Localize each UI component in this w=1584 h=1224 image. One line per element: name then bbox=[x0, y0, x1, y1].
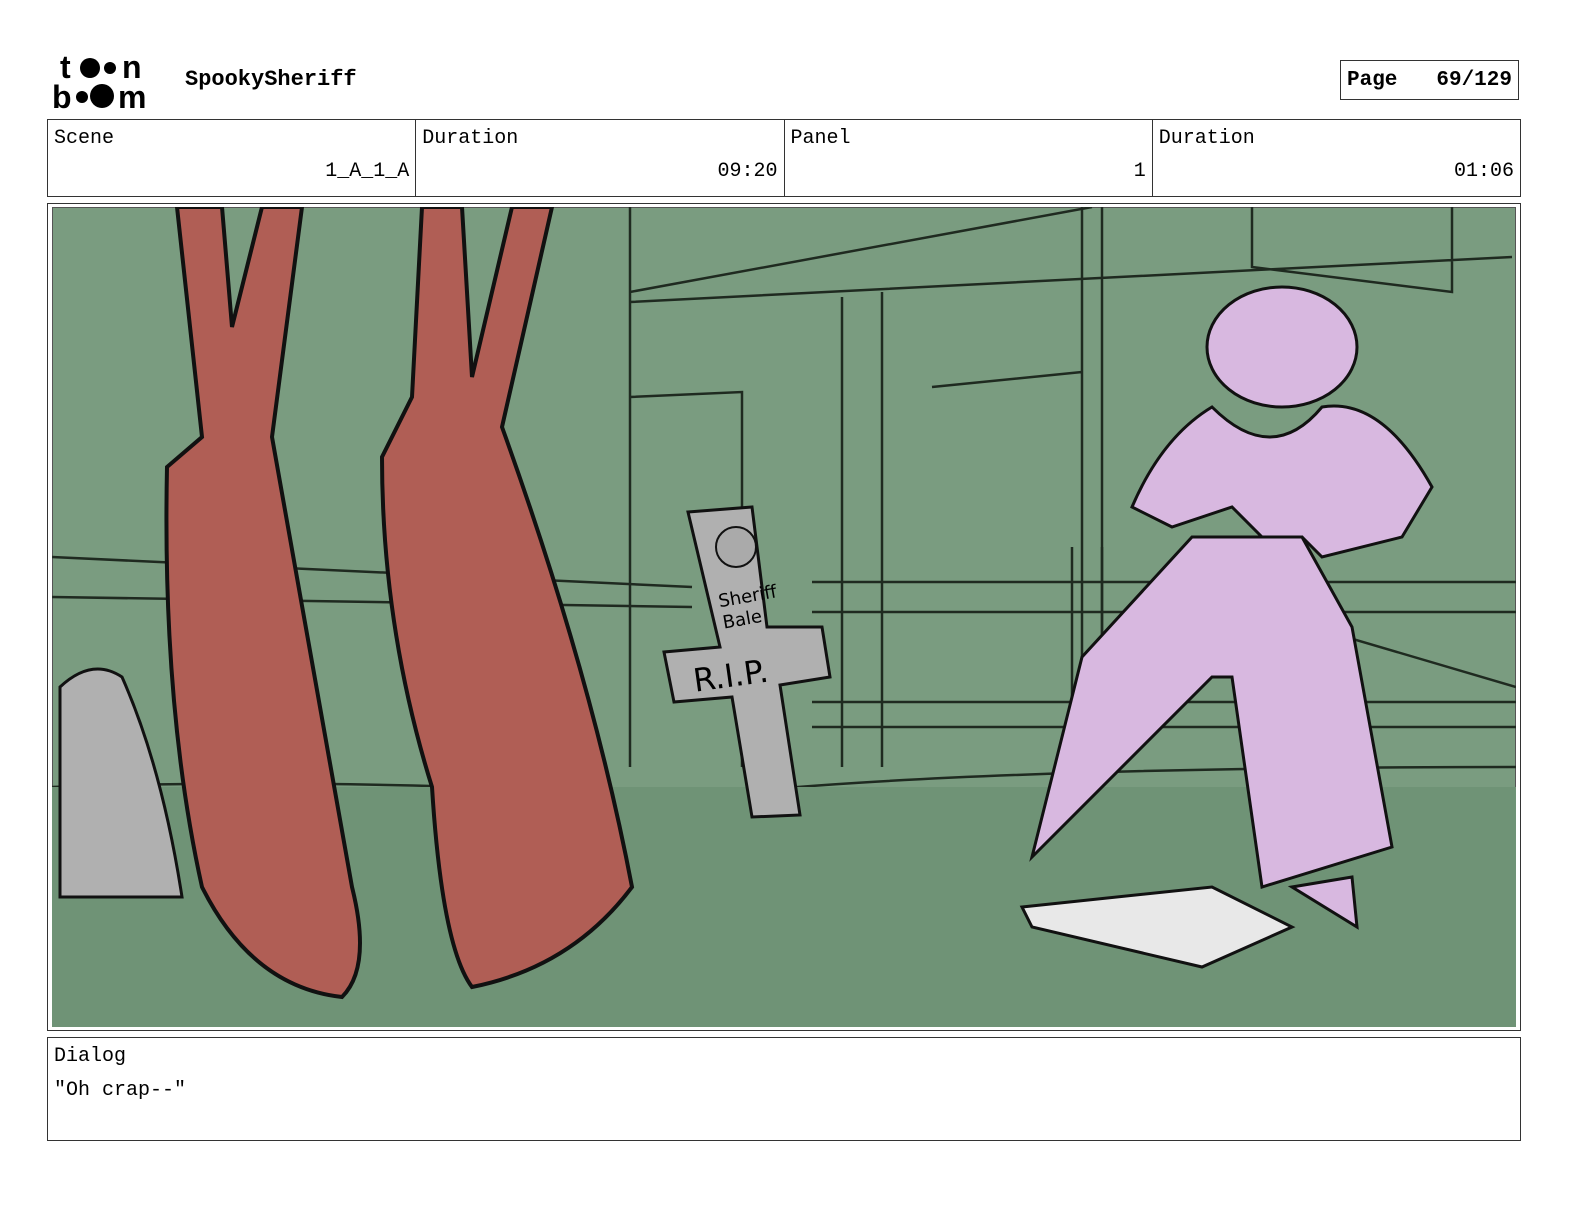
svg-text:b: b bbox=[52, 79, 72, 112]
dialog-box: Dialog "Oh crap--" bbox=[47, 1037, 1521, 1141]
page-value: 69/129 bbox=[1436, 68, 1512, 92]
storyboard-panel: Sheriff Bale R.I.P. bbox=[47, 203, 1521, 1031]
svg-text:m: m bbox=[118, 79, 146, 112]
panel-value: 1 bbox=[1133, 160, 1146, 183]
scene-duration-cell: Duration 09:20 bbox=[416, 120, 785, 196]
dialog-text: "Oh crap--" bbox=[54, 1079, 187, 1102]
scene-cell: Scene 1_A_1_A bbox=[48, 120, 417, 196]
scene-value: 1_A_1_A bbox=[325, 160, 410, 183]
panel-label: Panel bbox=[790, 127, 851, 150]
scene-duration-label: Duration bbox=[422, 127, 519, 150]
panel-cell: Panel 1 bbox=[785, 120, 1153, 196]
page-label: Page bbox=[1347, 68, 1398, 92]
dialog-label: Dialog bbox=[54, 1045, 127, 1068]
toon-boom-logo: t n b m bbox=[52, 50, 146, 112]
scene-duration-value: 09:20 bbox=[717, 160, 778, 183]
panel-duration-cell: Duration 01:06 bbox=[1153, 120, 1520, 196]
scene-label: Scene bbox=[54, 127, 115, 150]
page-indicator: Page 69/129 bbox=[1340, 60, 1519, 100]
scene-info-bar: Scene 1_A_1_A Duration 09:20 Panel 1 Dur… bbox=[47, 119, 1521, 197]
panel-duration-value: 01:06 bbox=[1453, 160, 1514, 183]
project-title: SpookySheriff bbox=[185, 67, 357, 92]
panel-drawing: Sheriff Bale R.I.P. bbox=[52, 207, 1516, 1027]
panel-duration-label: Duration bbox=[1158, 127, 1255, 150]
